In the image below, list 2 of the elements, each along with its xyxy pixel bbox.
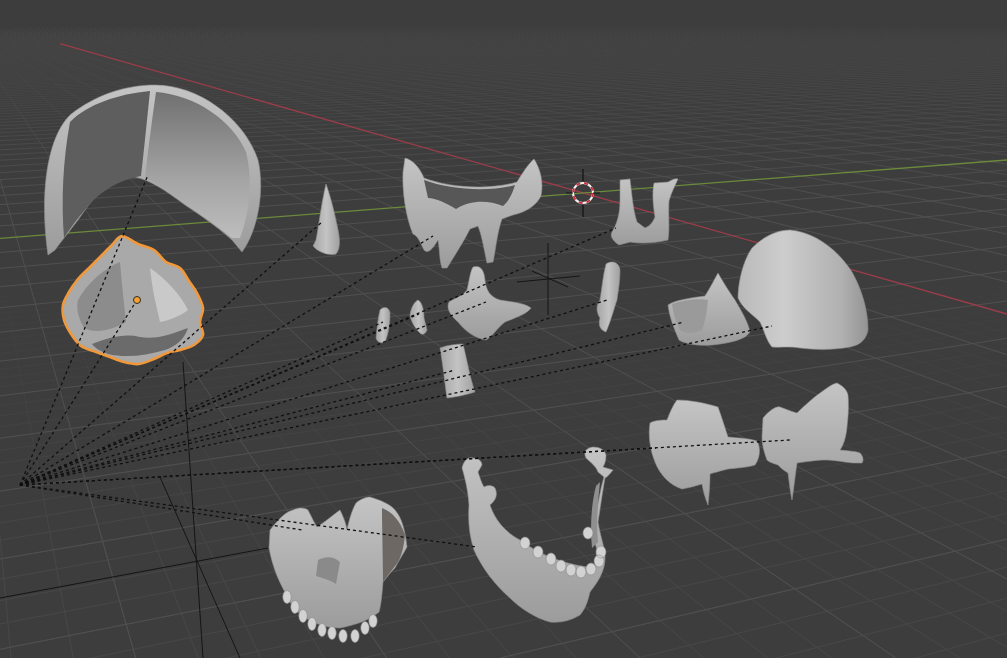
origin-dot-icon (133, 296, 141, 304)
3d-cursor-icon (565, 168, 601, 218)
